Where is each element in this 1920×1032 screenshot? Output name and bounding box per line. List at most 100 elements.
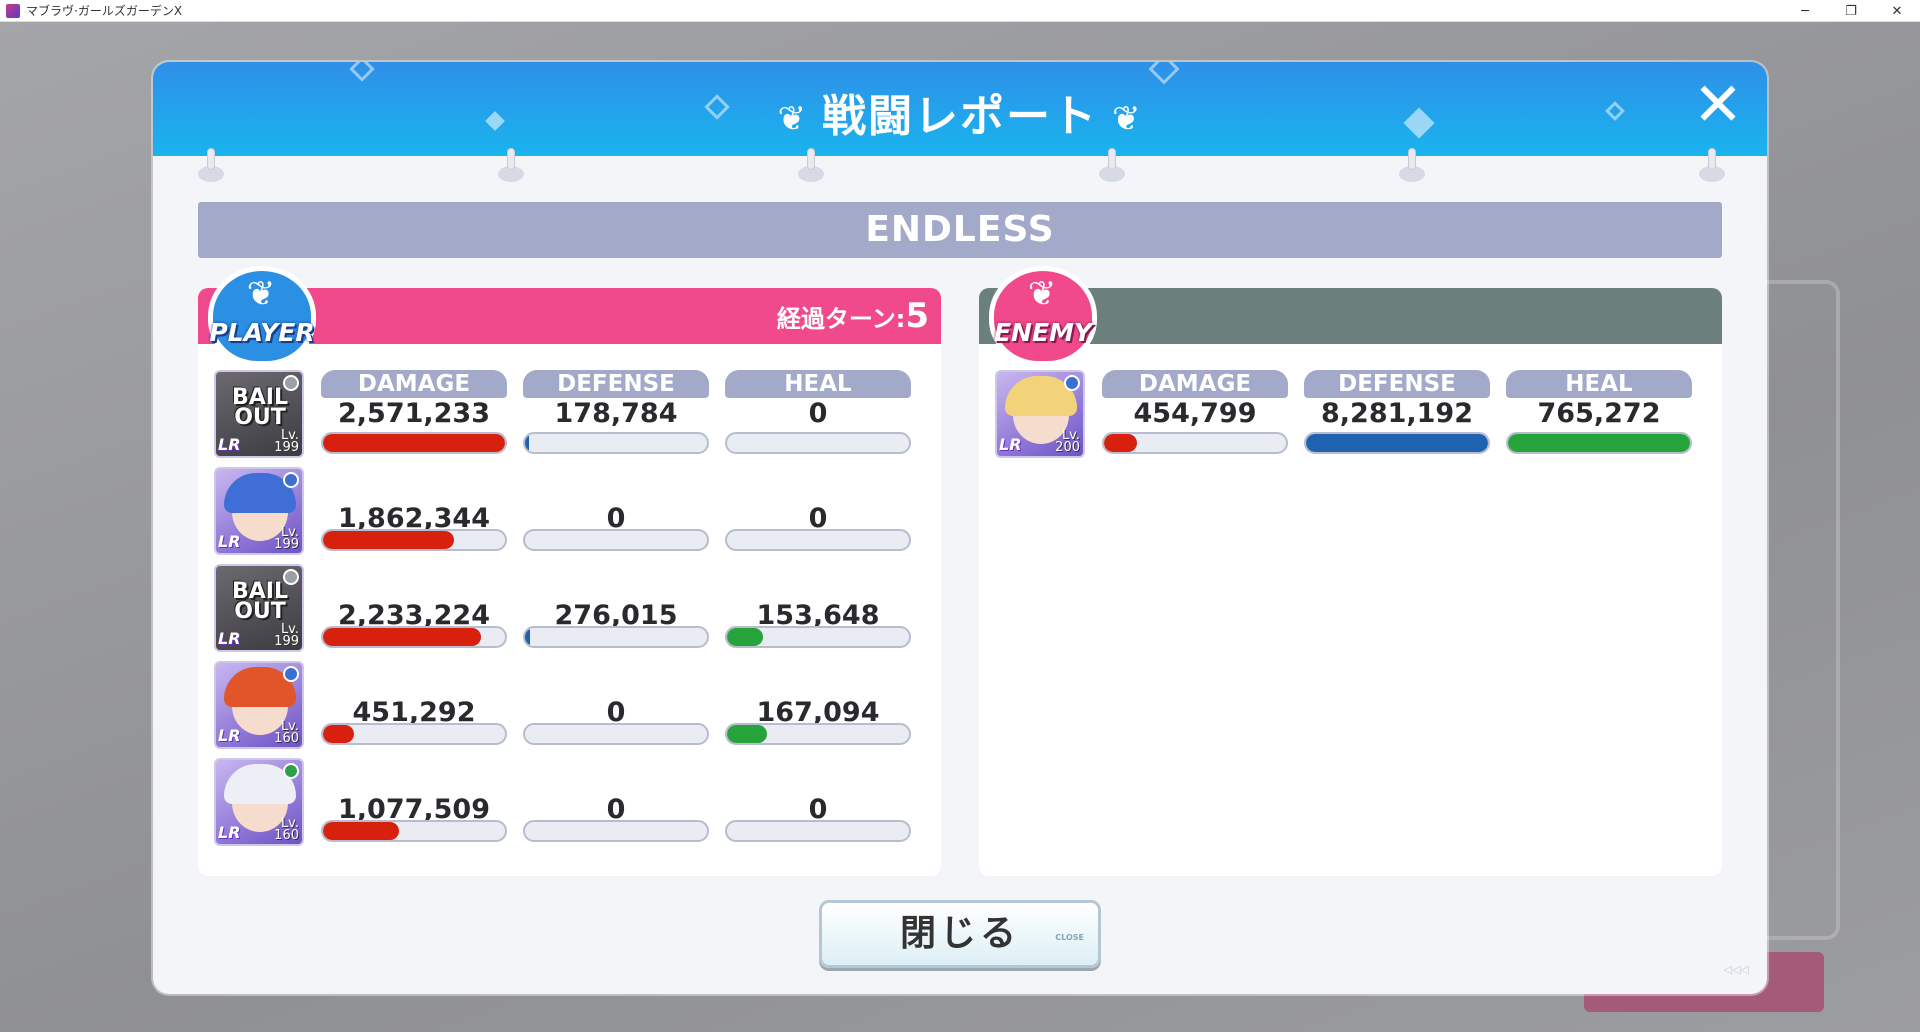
element-icon bbox=[283, 666, 299, 682]
level-label: Lv. 160 bbox=[274, 817, 299, 843]
damage-stat: 2,233,224 bbox=[321, 564, 507, 652]
binder-ring bbox=[498, 148, 524, 184]
defense-stat: 276,015 bbox=[523, 564, 709, 652]
unit-avatar[interactable]: LR Lv. 200 bbox=[995, 370, 1085, 458]
turns-label: 経過ターン: bbox=[776, 305, 906, 333]
damage-bar bbox=[321, 529, 507, 551]
level-label: Lv. 200 bbox=[1055, 429, 1080, 454]
unit-row: LR Lv. 200 DAMAGE 454,799 DEFENSE 8,281,192 HEA… bbox=[995, 370, 1715, 462]
unit-row: BAIL OUT LR Lv. 199 DAMAGE 2,571,233 DEFENSE 17… bbox=[214, 370, 934, 462]
heal-value: 0 bbox=[808, 398, 828, 429]
heal-stat: 167,094 bbox=[725, 661, 911, 749]
unit-avatar[interactable]: BAIL OUT LR Lv. 199 bbox=[214, 564, 304, 652]
heal-stat: 0 bbox=[725, 758, 911, 846]
bail-out-label: BAIL OUT bbox=[232, 385, 288, 430]
level-value: 160 bbox=[274, 731, 299, 746]
defense-bar-fill bbox=[525, 628, 531, 646]
rank-label: LR bbox=[218, 435, 241, 454]
wing-icon: ❦ bbox=[246, 274, 276, 314]
window-close-button[interactable]: ✕ bbox=[1874, 0, 1920, 22]
turns-value: 5 bbox=[905, 296, 929, 336]
damage-bar-fill bbox=[1104, 434, 1137, 452]
heal-label: HEAL bbox=[725, 370, 911, 398]
rank-label: LR bbox=[218, 629, 241, 648]
heal-bar bbox=[725, 723, 911, 745]
elapsed-turns: 経過ターン:5 bbox=[777, 296, 929, 336]
player-badge: ❦ PLAYER bbox=[202, 266, 320, 366]
damage-stat: DAMAGE 2,571,233 bbox=[321, 370, 507, 458]
damage-bar bbox=[321, 432, 507, 454]
damage-bar bbox=[1102, 432, 1288, 454]
close-button-label: 閉じる bbox=[899, 913, 1020, 954]
heal-bar-fill bbox=[1508, 434, 1690, 452]
heal-stat: 0 bbox=[725, 467, 911, 555]
heal-stat: HEAL 0 bbox=[725, 370, 911, 458]
element-icon bbox=[283, 472, 299, 488]
bail-out-label: BAIL OUT bbox=[232, 579, 288, 624]
heal-bar bbox=[725, 432, 911, 454]
level-label: Lv. 199 bbox=[274, 623, 299, 648]
defense-bar bbox=[523, 820, 709, 842]
damage-bar bbox=[321, 820, 507, 842]
footer-logo: ◁◁◁ bbox=[1723, 963, 1749, 976]
enemy-badge: ❦ ENEMY bbox=[983, 266, 1101, 366]
maximize-button[interactable]: ❐ bbox=[1828, 0, 1874, 22]
unit-avatar[interactable]: BAIL OUT LR Lv. 199 bbox=[214, 370, 304, 458]
unit-avatar[interactable]: LR Lv. 199 bbox=[214, 467, 304, 555]
window-title: マブラヴ·ガールズガーデンX bbox=[26, 4, 183, 18]
battle-report-modal: ❦ 戦闘レポート ❦ ✕ ENDLESS 経過ターン:5 ❦ PLAYER BAIL… bbox=[153, 62, 1767, 994]
close-report-button[interactable]: CLOSE 閉じる bbox=[819, 900, 1101, 968]
binder-ring bbox=[198, 148, 224, 184]
enemy-badge-text: ENEMY bbox=[993, 318, 1093, 347]
heal-value: 765,272 bbox=[1537, 398, 1661, 429]
rank-label: LR bbox=[218, 532, 241, 551]
defense-bar-fill bbox=[1306, 434, 1488, 452]
player-panel: 経過ターン:5 ❦ PLAYER BAIL OUT LR Lv. 199 DAMAGE 2… bbox=[198, 266, 941, 876]
element-icon bbox=[283, 763, 299, 779]
damage-value: 2,571,233 bbox=[337, 398, 491, 429]
wing-icon: ❦ bbox=[777, 99, 808, 139]
damage-bar-fill bbox=[323, 822, 400, 840]
damage-stat: DAMAGE 454,799 bbox=[1102, 370, 1288, 458]
mode-label: ENDLESS bbox=[198, 202, 1722, 258]
defense-value: 178,784 bbox=[554, 398, 678, 429]
heal-bar bbox=[725, 626, 911, 648]
defense-bar bbox=[523, 432, 709, 454]
unit-avatar[interactable]: LR Lv. 160 bbox=[214, 758, 304, 846]
wing-icon: ❦ bbox=[1027, 274, 1057, 314]
damage-bar-fill bbox=[323, 531, 455, 549]
element-icon bbox=[283, 569, 299, 585]
rank-label: LR bbox=[218, 726, 241, 745]
defense-bar bbox=[523, 529, 709, 551]
element-icon bbox=[283, 375, 299, 391]
unit-row: LR Lv. 160 451,292 0 167,094 bbox=[214, 661, 934, 753]
player-badge-text: PLAYER bbox=[209, 318, 315, 347]
defense-stat: DEFENSE 8,281,192 bbox=[1304, 370, 1490, 458]
damage-label: DAMAGE bbox=[1102, 370, 1288, 398]
damage-stat: 1,862,344 bbox=[321, 467, 507, 555]
heal-bar-fill bbox=[727, 725, 768, 743]
heal-stat: HEAL 765,272 bbox=[1506, 370, 1692, 458]
damage-label: DAMAGE bbox=[321, 370, 507, 398]
damage-bar-fill bbox=[323, 434, 505, 452]
defense-stat: DEFENSE 178,784 bbox=[523, 370, 709, 458]
minimize-button[interactable]: ─ bbox=[1782, 0, 1828, 22]
close-button-tag: CLOSE bbox=[1055, 933, 1084, 942]
heal-bar-fill bbox=[727, 628, 764, 646]
close-icon[interactable]: ✕ bbox=[1687, 75, 1749, 138]
damage-bar-fill bbox=[323, 725, 354, 743]
wing-icon: ❦ bbox=[1112, 99, 1143, 139]
defense-label: DEFENSE bbox=[1304, 370, 1490, 398]
damage-bar bbox=[321, 626, 507, 648]
level-value: 160 bbox=[274, 828, 299, 843]
binder-ring bbox=[1699, 148, 1725, 184]
defense-bar-fill bbox=[525, 434, 529, 452]
unit-avatar[interactable]: LR Lv. 160 bbox=[214, 661, 304, 749]
bg-side-panel bbox=[1756, 280, 1840, 940]
modal-title: ❦ 戦闘レポート ❦ bbox=[153, 80, 1767, 144]
heal-bar bbox=[725, 529, 911, 551]
element-icon bbox=[1064, 375, 1080, 391]
binder-rings bbox=[153, 148, 1767, 188]
window-titlebar: マブラヴ·ガールズガーデンX ─ ❐ ✕ bbox=[0, 0, 1920, 22]
level-label: Lv. 160 bbox=[274, 720, 299, 746]
